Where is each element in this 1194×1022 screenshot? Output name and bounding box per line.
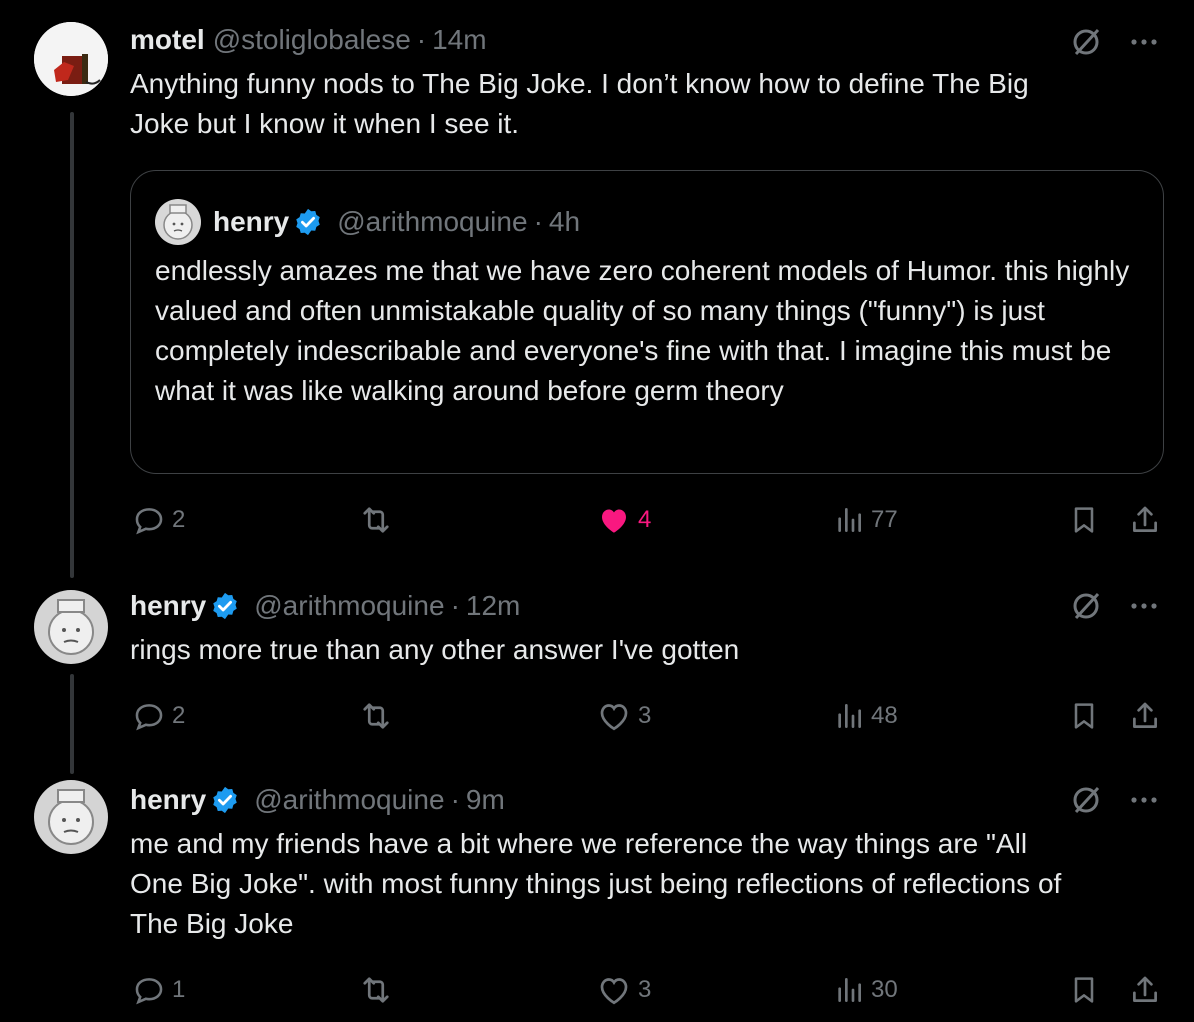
repost-button[interactable]: [358, 972, 394, 1008]
display-name[interactable]: henry: [130, 590, 206, 622]
like-button[interactable]: 3: [596, 698, 651, 734]
separator-dot: ·: [533, 206, 543, 237]
views-button[interactable]: 48: [833, 700, 898, 732]
more-icon[interactable]: [1128, 590, 1160, 622]
separator-dot: ·: [416, 24, 427, 55]
views-button[interactable]: 30: [833, 974, 898, 1006]
avatar-image: [34, 22, 108, 96]
like-icon: [602, 509, 626, 533]
bookmark-button[interactable]: [1068, 699, 1100, 733]
repost-icon: [363, 703, 389, 729]
more-icon[interactable]: [1128, 26, 1160, 58]
like-count: 3: [638, 976, 652, 1003]
timestamp[interactable]: 14m: [432, 24, 486, 56]
views-count: 30: [871, 976, 898, 1003]
avatar[interactable]: [34, 22, 108, 96]
views-icon: [838, 704, 861, 728]
reply-icon: [135, 978, 163, 1005]
share-button[interactable]: [1128, 699, 1162, 733]
views-icon: [838, 978, 861, 1002]
like-icon: [600, 704, 628, 731]
user-handle[interactable]: @arithmoquine: [254, 784, 444, 816]
tweet-text: rings more true than any other answer I'…: [130, 634, 740, 665]
quote-text: endlessly amazes me that we have zero co…: [155, 255, 1130, 406]
quoted-tweet[interactable]: henry @arithmoquine · 4h endlessly amaze…: [130, 170, 1164, 474]
repost-button[interactable]: [358, 502, 394, 538]
reply-count: 2: [172, 506, 186, 533]
separator-dot: ·: [450, 590, 460, 621]
share-icon: [1133, 506, 1157, 532]
timestamp[interactable]: 12m: [466, 590, 520, 622]
timestamp[interactable]: 9m: [466, 784, 505, 816]
more-icon[interactable]: [1128, 784, 1160, 816]
tweet-top-icons: [1070, 26, 1160, 58]
bookmark-button[interactable]: [1068, 973, 1100, 1007]
avatar[interactable]: [34, 590, 108, 664]
reply-icon: [135, 704, 163, 731]
like-count: 3: [638, 702, 652, 729]
bookmark-icon: [1074, 703, 1094, 729]
bookmark-button[interactable]: [1068, 503, 1100, 537]
share-button[interactable]: [1128, 503, 1162, 537]
tweet-header: henry @arithmoquine · 12m: [130, 588, 520, 624]
tweet-motel[interactable]: motel @stoliglobalese · 14m Anything fun…: [0, 0, 1194, 560]
user-handle[interactable]: @stoliglobalese: [213, 24, 411, 56]
tweet-reply-henry-2[interactable]: henry @arithmoquine · 9m me and my frien…: [0, 760, 1194, 1022]
action-bar: 2 3 48: [130, 696, 1165, 736]
verified-badge-icon: [213, 592, 237, 620]
tweet-reply-henry-1[interactable]: henry @arithmoquine · 12m rings more tru…: [0, 560, 1194, 760]
tweet-top-icons: [1070, 590, 1160, 622]
avatar-image: [34, 590, 108, 664]
repost-icon: [363, 977, 389, 1003]
grok-icon[interactable]: [1070, 26, 1102, 58]
verified-badge-icon: [213, 786, 237, 814]
share-button[interactable]: [1128, 973, 1162, 1007]
share-icon: [1133, 702, 1157, 728]
repost-button[interactable]: [358, 698, 394, 734]
reply-button[interactable]: 2: [132, 699, 185, 733]
quote-display-name[interactable]: henry: [213, 206, 289, 238]
reply-count: 2: [172, 702, 186, 729]
reply-icon: [135, 508, 163, 535]
views-count: 48: [871, 702, 898, 729]
user-handle[interactable]: @arithmoquine: [254, 590, 444, 622]
avatar-image: [34, 780, 108, 854]
bookmark-icon: [1074, 977, 1094, 1003]
action-bar: 2 4 77: [130, 500, 1165, 540]
like-button[interactable]: 3: [596, 972, 651, 1008]
grok-icon[interactable]: [1070, 784, 1102, 816]
quote-header: henry @arithmoquine · 4h: [155, 199, 580, 245]
avatar[interactable]: [34, 780, 108, 854]
views-count: 77: [871, 506, 898, 533]
quote-timestamp[interactable]: 4h: [549, 206, 580, 238]
action-bar: 1 3 30: [130, 970, 1165, 1010]
tweet-header: motel @stoliglobalese · 14m: [130, 22, 487, 58]
display-name[interactable]: henry: [130, 784, 206, 816]
verified-badge-icon: [296, 208, 320, 236]
separator-dot: ·: [450, 784, 460, 815]
tweet-text: Anything funny nods to The Big Joke. I d…: [130, 68, 1029, 139]
tweet-top-icons: [1070, 784, 1160, 816]
views-button[interactable]: 77: [833, 504, 898, 536]
quote-user-handle[interactable]: @arithmoquine: [337, 206, 527, 238]
share-icon: [1133, 976, 1157, 1002]
tweet-header: henry @arithmoquine · 9m: [130, 782, 505, 818]
like-button[interactable]: 4: [596, 502, 651, 538]
display-name[interactable]: motel: [130, 24, 205, 56]
reply-button[interactable]: 1: [132, 973, 185, 1007]
repost-icon: [363, 507, 389, 533]
reply-count: 1: [172, 976, 186, 1003]
quote-avatar: [155, 199, 201, 245]
like-icon: [600, 978, 628, 1005]
tweet-text: me and my friends have a bit where we re…: [130, 828, 1062, 939]
views-icon: [838, 508, 861, 532]
grok-icon[interactable]: [1070, 590, 1102, 622]
like-count: 4: [638, 506, 652, 533]
reply-button[interactable]: 2: [132, 503, 185, 537]
bookmark-icon: [1074, 507, 1094, 533]
